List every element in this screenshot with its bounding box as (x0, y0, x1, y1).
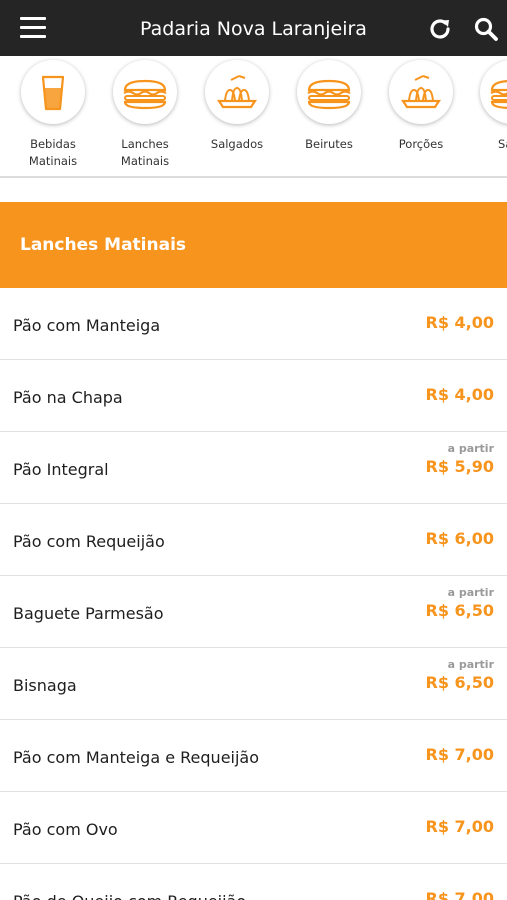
menu-item[interactable]: Bisnaga a partir R$ 6,50 (0, 648, 507, 720)
item-name: Pão com Requeijão (13, 532, 165, 551)
category-sanc[interactable]: Sanc (466, 56, 507, 177)
sandwich-icon (123, 79, 167, 110)
category-label: Salgados (210, 137, 264, 151)
category-salgados[interactable]: Salgados (191, 56, 283, 177)
savory-snacks-icon (216, 75, 258, 109)
category-icon-circle (21, 60, 85, 124)
category-icon-circle (205, 60, 269, 124)
menu-item-list: Pão com Manteiga R$ 4,00 Pão na Chapa R$… (0, 288, 507, 900)
menu-item[interactable]: Pão com Requeijão R$ 6,00 (0, 504, 507, 576)
item-name: Pão na Chapa (13, 388, 123, 407)
search-button[interactable] (473, 16, 499, 42)
item-name: Pão com Ovo (13, 820, 118, 839)
item-name: Bisnaga (13, 676, 77, 695)
category-label: Sanc (498, 137, 507, 151)
item-name: Pão de Queijo com Requeijão (13, 864, 246, 900)
menu-item[interactable]: Pão de Queijo com Requeijão R$ 7,00 (0, 864, 507, 900)
divider (0, 176, 507, 178)
category-porcoes[interactable]: Porções (375, 56, 467, 177)
category-icon-circle (389, 60, 453, 124)
item-price: R$ 5,90 (425, 457, 495, 476)
section-header: Lanches Matinais (0, 202, 507, 288)
category-lanches-matinais[interactable]: Lanches Matinais (99, 56, 191, 177)
top-app-bar: Padaria Nova Laranjeira (0, 0, 507, 56)
category-label: Porções (398, 137, 444, 151)
item-price: R$ 7,00 (425, 889, 495, 900)
item-price: R$ 6,00 (425, 529, 495, 548)
refresh-button[interactable] (427, 16, 453, 42)
search-icon (474, 17, 498, 41)
category-carousel[interactable]: Bebidas Matinais Lanches Matinais Salgad… (0, 56, 507, 177)
sandwich-icon (307, 79, 351, 110)
item-price-prefix: a partir (447, 658, 494, 671)
sandwich-icon (490, 80, 507, 109)
savory-snacks-icon (400, 75, 442, 109)
menu-item[interactable]: Pão com Manteiga e Requeijão R$ 7,00 (0, 720, 507, 792)
item-price: R$ 4,00 (425, 385, 495, 404)
category-icon-circle (297, 60, 361, 124)
category-bebidas-matinais[interactable]: Bebidas Matinais (7, 56, 99, 177)
item-price: R$ 4,00 (425, 313, 495, 332)
item-price: R$ 6,50 (425, 673, 495, 692)
section-title: Lanches Matinais (20, 235, 187, 255)
item-price: R$ 7,00 (425, 745, 495, 764)
menu-item[interactable]: Pão na Chapa R$ 4,00 (0, 360, 507, 432)
item-name: Baguete Parmesão (13, 604, 164, 623)
item-price-prefix: a partir (447, 586, 494, 599)
category-beirutes[interactable]: Beirutes (283, 56, 375, 177)
refresh-icon (430, 19, 450, 39)
item-price: R$ 6,50 (425, 601, 495, 620)
menu-item[interactable]: Baguete Parmesão a partir R$ 6,50 (0, 576, 507, 648)
cup-icon (41, 75, 65, 111)
category-label: Lanches Matinais (120, 137, 170, 168)
item-price-prefix: a partir (447, 442, 494, 455)
menu-item[interactable]: Pão Integral a partir R$ 5,90 (0, 432, 507, 504)
category-label: Bebidas Matinais (28, 137, 78, 168)
item-name: Pão Integral (13, 460, 109, 479)
category-icon-circle (113, 60, 177, 124)
item-price: R$ 7,00 (425, 817, 495, 836)
item-name: Pão com Manteiga e Requeijão (13, 748, 260, 767)
category-icon-circle (480, 60, 507, 124)
category-label: Beirutes (305, 137, 353, 151)
menu-item[interactable]: Pão com Ovo R$ 7,00 (0, 792, 507, 864)
menu-item[interactable]: Pão com Manteiga R$ 4,00 (0, 288, 507, 360)
item-name: Pão com Manteiga (13, 316, 161, 335)
